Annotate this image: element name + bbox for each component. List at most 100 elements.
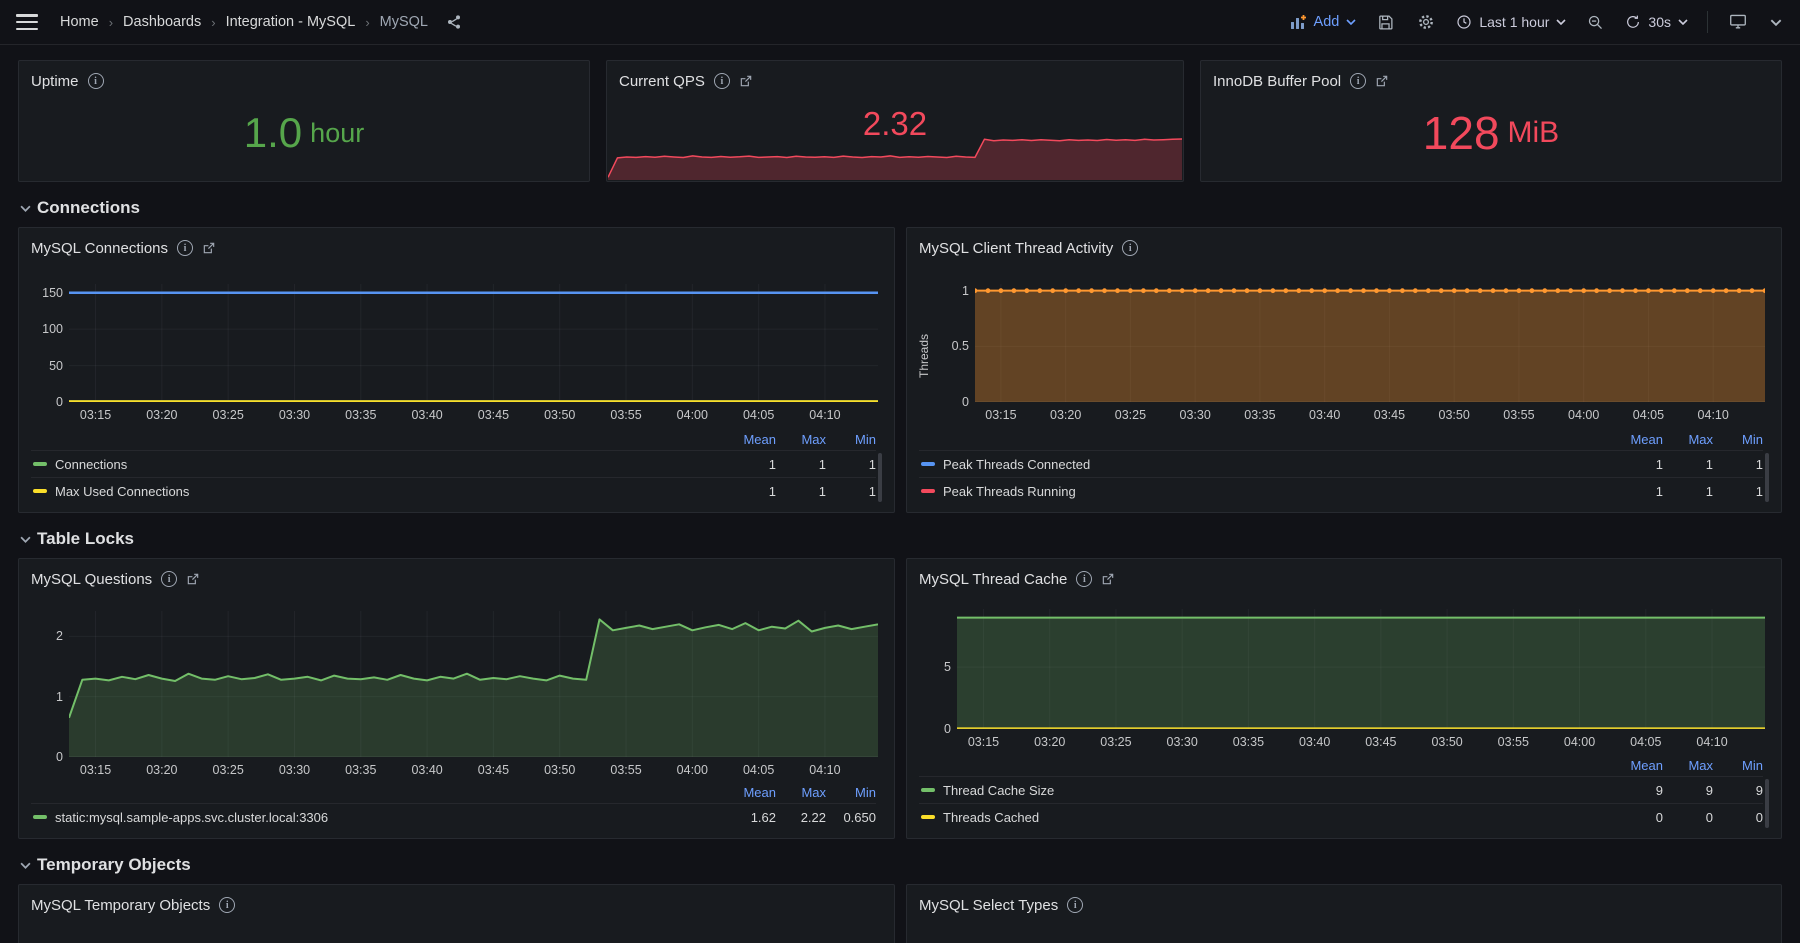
- legend-header-mean[interactable]: Mean: [1613, 432, 1663, 447]
- nav-actions: Add Last 1 hour 30s: [1290, 11, 1784, 33]
- legend-header-mean[interactable]: Mean: [1613, 758, 1663, 773]
- x-axis-tick: 03:35: [345, 408, 376, 422]
- info-icon[interactable]: i: [714, 73, 730, 89]
- legend-row[interactable]: Thread Cache Size 9 9 9: [919, 776, 1763, 803]
- legend-header-mean[interactable]: Mean: [726, 785, 776, 800]
- external-link-icon[interactable]: [186, 572, 200, 586]
- legend-header-max[interactable]: Max: [1663, 432, 1713, 447]
- legend-row[interactable]: static:mysql.sample-apps.svc.cluster.loc…: [31, 803, 876, 830]
- mysql-thread-cache-chart[interactable]: 5003:1503:2003:2503:3003:3503:4003:4503:…: [957, 609, 1765, 729]
- legend-row[interactable]: Peak Threads Connected 1 1 1: [919, 450, 1763, 477]
- kiosk-monitor-icon[interactable]: [1727, 14, 1749, 30]
- legend-header-max[interactable]: Max: [776, 432, 826, 447]
- breadcrumb-dashboards[interactable]: Dashboards: [123, 14, 201, 30]
- mysql-questions-chart[interactable]: 21003:1503:2003:2503:3003:3503:4003:4503…: [69, 611, 878, 757]
- series-color-pill: [33, 815, 47, 819]
- x-axis-tick: 04:10: [1696, 735, 1727, 749]
- x-axis-tick: 03:20: [146, 763, 177, 777]
- series-color-pill: [33, 462, 47, 466]
- thread-activity-chart[interactable]: 10.5003:1503:2003:2503:3003:3503:4003:45…: [975, 284, 1765, 402]
- x-axis-tick: 03:20: [1034, 735, 1065, 749]
- x-axis-tick: 04:05: [743, 408, 774, 422]
- legend: Mean Max Min Connections 1 1 1 Max Used …: [31, 431, 882, 504]
- legend-scrollbar[interactable]: [1765, 779, 1769, 828]
- x-axis-tick: 03:35: [345, 763, 376, 777]
- menu-icon[interactable]: [16, 14, 38, 30]
- x-axis-tick: 03:40: [411, 763, 442, 777]
- refresh-icon: [1625, 14, 1641, 30]
- external-link-icon[interactable]: [739, 74, 753, 88]
- legend-row[interactable]: Peak Threads Running 1 1 1: [919, 477, 1763, 504]
- panel-title: Uptime: [31, 73, 79, 90]
- legend-scrollbar[interactable]: [878, 453, 882, 502]
- legend-header-mean[interactable]: Mean: [726, 432, 776, 447]
- section-connections[interactable]: Connections: [20, 198, 1782, 218]
- info-icon[interactable]: i: [161, 571, 177, 587]
- x-axis-tick: 03:15: [968, 735, 999, 749]
- info-icon[interactable]: i: [1350, 73, 1366, 89]
- section-title: Temporary Objects: [37, 855, 191, 875]
- breadcrumb: Home › Dashboards › Integration - MySQL …: [60, 14, 464, 30]
- external-link-icon[interactable]: [1101, 572, 1115, 586]
- x-axis-tick: 04:00: [1564, 735, 1595, 749]
- legend-header-min[interactable]: Min: [826, 785, 876, 800]
- x-axis-tick: 03:40: [1299, 735, 1330, 749]
- clock-icon: [1456, 14, 1472, 30]
- x-axis-tick: 03:50: [544, 763, 575, 777]
- legend: Mean Max Min static:mysql.sample-apps.sv…: [31, 784, 882, 830]
- info-icon[interactable]: i: [219, 897, 235, 913]
- qps-sparkline-chart[interactable]: [608, 134, 1182, 180]
- legend-header-min[interactable]: Min: [826, 432, 876, 447]
- panel-innodb-buffer-pool: InnoDB Buffer Pool i 128 MiB: [1200, 60, 1782, 182]
- x-axis-tick: 03:55: [610, 763, 641, 777]
- time-range-picker[interactable]: Last 1 hour: [1456, 14, 1566, 30]
- share-icon[interactable]: [444, 14, 464, 30]
- legend-row[interactable]: Max Used Connections 1 1 1: [31, 477, 876, 504]
- breadcrumb-integration-mysql[interactable]: Integration - MySQL: [226, 14, 356, 30]
- legend-header-max[interactable]: Max: [1663, 758, 1713, 773]
- external-link-icon[interactable]: [202, 241, 216, 255]
- chevron-down-icon: [1346, 19, 1356, 25]
- x-axis-tick: 04:05: [1633, 408, 1664, 422]
- save-dashboard-icon[interactable]: [1375, 14, 1396, 31]
- info-icon[interactable]: i: [88, 73, 104, 89]
- legend-header-max[interactable]: Max: [776, 785, 826, 800]
- series-color-pill: [921, 815, 935, 819]
- chevron-down-icon: [20, 536, 31, 543]
- panel-title: MySQL Temporary Objects: [31, 897, 210, 914]
- toolbar-divider: [1707, 11, 1708, 33]
- legend-row[interactable]: Threads Cached 0 0 0: [919, 803, 1763, 830]
- series-color-pill: [921, 489, 935, 493]
- refresh-picker[interactable]: 30s: [1625, 14, 1688, 30]
- panel-current-qps: Current QPS i 2.32: [606, 60, 1184, 182]
- legend: Mean Max Min Thread Cache Size 9 9 9 Thr…: [919, 757, 1769, 830]
- x-axis-tick: 04:10: [809, 763, 840, 777]
- x-axis-tick: 03:25: [213, 763, 244, 777]
- info-icon[interactable]: i: [1122, 240, 1138, 256]
- breadcrumb-mysql[interactable]: MySQL: [380, 14, 428, 30]
- info-icon[interactable]: i: [1076, 571, 1092, 587]
- info-icon[interactable]: i: [177, 240, 193, 256]
- section-temporary-objects[interactable]: Temporary Objects: [20, 855, 1782, 875]
- legend: Mean Max Min Peak Threads Connected 1 1 …: [919, 431, 1769, 504]
- section-table-locks[interactable]: Table Locks: [20, 529, 1782, 549]
- legend-header-min[interactable]: Min: [1713, 432, 1763, 447]
- info-icon[interactable]: i: [1067, 897, 1083, 913]
- zoom-out-icon[interactable]: [1585, 14, 1606, 31]
- y-axis-tick: 0: [913, 722, 951, 736]
- time-range-label: Last 1 hour: [1479, 14, 1549, 30]
- chevron-down-icon[interactable]: [1768, 19, 1784, 26]
- legend-header-min[interactable]: Min: [1713, 758, 1763, 773]
- breadcrumb-home[interactable]: Home: [60, 14, 99, 30]
- breadcrumb-separator: ›: [365, 15, 369, 30]
- legend-row[interactable]: Connections 1 1 1: [31, 450, 876, 477]
- x-axis-tick: 03:45: [1365, 735, 1396, 749]
- x-axis-tick: 03:55: [1503, 408, 1534, 422]
- panel-title: MySQL Connections: [31, 240, 168, 257]
- add-button[interactable]: Add: [1290, 14, 1357, 30]
- mysql-connections-chart[interactable]: 15010050003:1503:2003:2503:3003:3503:400…: [69, 284, 878, 402]
- x-axis-tick: 04:05: [1630, 735, 1661, 749]
- settings-gear-icon[interactable]: [1415, 13, 1437, 31]
- external-link-icon[interactable]: [1375, 74, 1389, 88]
- legend-scrollbar[interactable]: [1765, 453, 1769, 502]
